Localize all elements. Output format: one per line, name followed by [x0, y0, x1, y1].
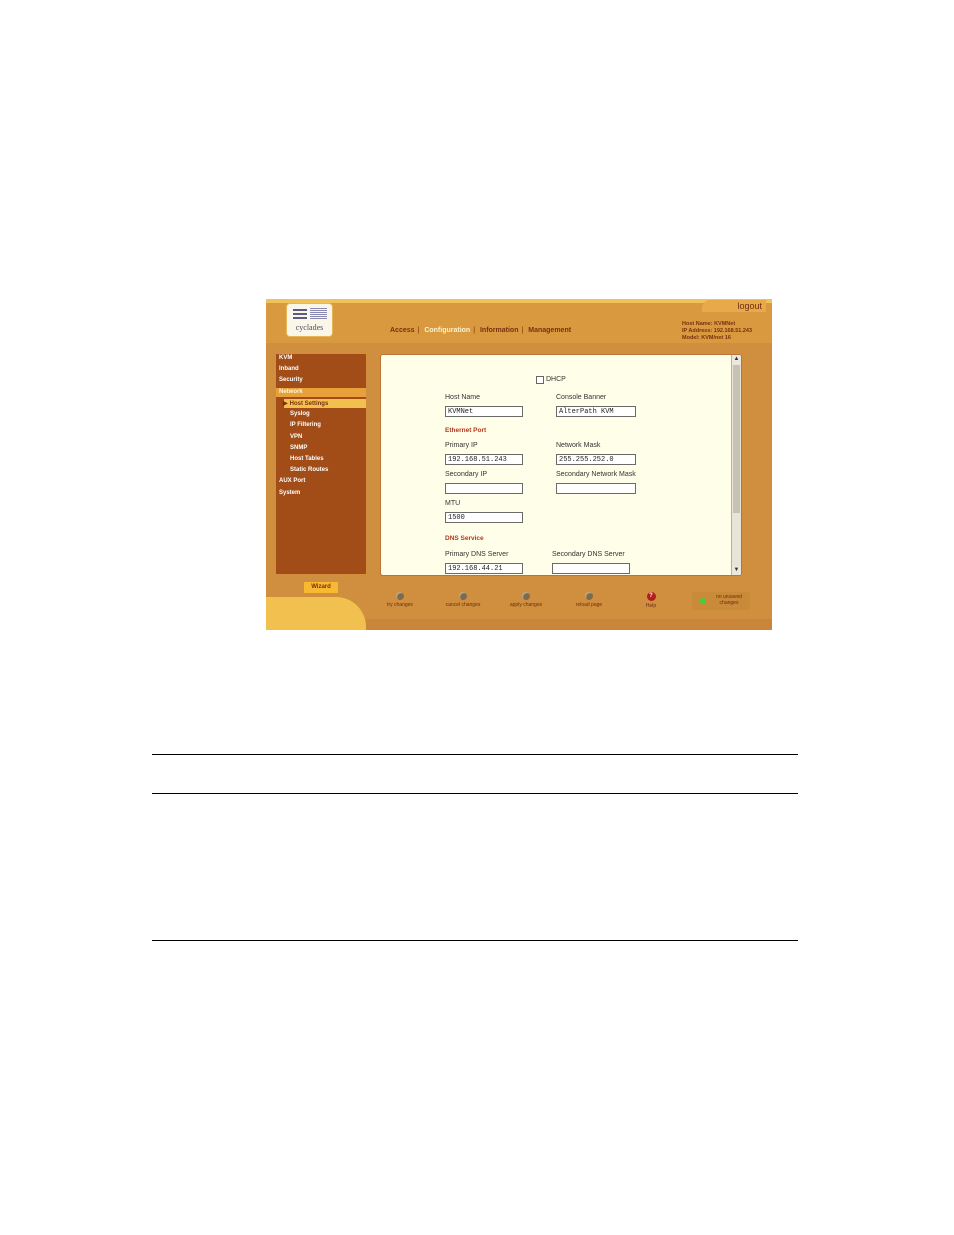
try-changes-button[interactable]: try changes — [370, 592, 430, 608]
reload-page-label: reload page — [575, 602, 603, 608]
primary-ip-field[interactable]: 192.168.51.243 — [445, 454, 523, 465]
scrollbar-thumb[interactable] — [733, 365, 740, 513]
reload-page-icon — [585, 592, 593, 600]
sidebar-item-host-settings[interactable]: ▶ Host Settings — [283, 400, 328, 407]
table-rule-top — [152, 754, 798, 755]
mtu-field[interactable]: 1500 — [445, 512, 523, 523]
primary-dns-label: Primary DNS Server — [445, 551, 509, 558]
sidebar-item-vpn[interactable]: VPN — [290, 434, 302, 440]
kvm-web-app: logout cyclades Access | Configuration | I… — [266, 299, 772, 630]
cancel-changes-button[interactable]: cancel changes — [433, 592, 493, 608]
sidebar-item-network[interactable]: Network — [279, 389, 303, 395]
secondary-dns-field[interactable] — [552, 563, 630, 574]
arrow-right-icon: ▶ — [283, 401, 288, 407]
mtu-label: MTU — [445, 500, 461, 507]
primary-ip-label: Primary IP — [445, 442, 478, 449]
reload-page-button[interactable]: reload page — [559, 592, 619, 608]
sidebar-item-host-tables[interactable]: Host Tables — [290, 456, 324, 462]
header-stripe — [266, 299, 772, 303]
bottom-strip — [366, 619, 772, 630]
host-name-field[interactable]: KVMNet — [445, 406, 523, 417]
status-indicator: no unsaved changes — [692, 592, 750, 610]
cancel-changes-icon — [459, 592, 467, 600]
secondary-ip-field[interactable] — [445, 483, 523, 494]
dhcp-label: DHCP — [546, 376, 566, 383]
sidebar-item-kvm[interactable]: KVM — [279, 355, 292, 361]
logo-mark-icon — [293, 308, 327, 319]
secondary-ip-label: Secondary IP — [445, 471, 488, 478]
nav-configuration[interactable]: Configuration — [424, 327, 470, 334]
status-text: no unsaved changes — [716, 594, 742, 606]
wizard-button[interactable]: Wizard — [304, 582, 338, 593]
vertical-scrollbar[interactable]: ▲ ▼ — [731, 355, 741, 575]
sidebar-item-system[interactable]: System — [279, 490, 300, 496]
host-name-label: Host Name — [445, 394, 481, 401]
sidebar-item-snmp[interactable]: SNMP — [290, 445, 307, 451]
secondary-mask-field[interactable] — [556, 483, 636, 494]
sidebar-item-static-routes[interactable]: Static Routes — [290, 467, 328, 473]
cancel-changes-label: cancel changes — [445, 602, 481, 608]
ip-address-info: IP Address: 192.168.51.243 — [682, 328, 753, 334]
sidebar-item-syslog[interactable]: Syslog — [290, 411, 310, 417]
bottom-bar: Wizard try changes cancel changes apply … — [266, 577, 772, 630]
top-nav: Access | Configuration | Information | Mana… — [390, 327, 572, 334]
try-changes-label: try changes — [387, 602, 413, 608]
logout-link[interactable]: logout — [737, 301, 762, 311]
help-icon: ? — [646, 592, 656, 601]
apply-changes-icon — [522, 592, 530, 600]
sidebar-item-inband[interactable]: Inband — [279, 366, 299, 372]
table-rule-bottom — [152, 940, 798, 941]
nav-management[interactable]: Management — [528, 327, 571, 334]
scroll-up-icon[interactable]: ▲ — [732, 355, 741, 364]
console-banner-field[interactable]: AlterPath KVM — [556, 406, 636, 417]
try-changes-icon — [396, 592, 404, 600]
help-label: Help — [645, 603, 657, 609]
sidebar-item-security[interactable]: Security — [279, 377, 303, 383]
apply-changes-label: apply changes — [509, 602, 543, 608]
dns-service-heading: DNS Service — [445, 535, 484, 542]
logo-text: cyclades — [295, 323, 324, 332]
ethernet-port-heading: Ethernet Port — [445, 427, 487, 434]
secondary-mask-label: Secondary Network Mask — [556, 471, 636, 478]
model-info: Model: KVM/net 16 — [682, 335, 731, 341]
status-led-icon — [700, 598, 706, 604]
secondary-dns-label: Secondary DNS Server — [552, 551, 625, 558]
cyclades-logo: cyclades — [287, 304, 332, 336]
sidebar: KVM Inband Security Network ▶ Host Settin… — [276, 354, 366, 574]
table-rule-middle — [152, 793, 798, 794]
dhcp-checkbox[interactable] — [536, 376, 544, 384]
help-button[interactable]: ? Help — [621, 592, 681, 609]
network-mask-label: Network Mask — [556, 442, 601, 449]
console-banner-label: Console Banner — [556, 394, 607, 401]
sidebar-item-label: Host Settings — [289, 401, 329, 407]
bottom-left-curve — [266, 597, 366, 630]
sidebar-item-ip-filtering[interactable]: IP Filtering — [290, 422, 321, 428]
host-info: Host Name: KVMNet IP Address: 192.168.51… — [682, 321, 752, 342]
host-settings-form: DHCP Host Name KVMNet Console Banner Alt… — [380, 354, 742, 576]
scroll-down-icon[interactable]: ▼ — [732, 566, 741, 575]
network-mask-field[interactable]: 255.255.252.0 — [556, 454, 636, 465]
nav-access[interactable]: Access — [390, 327, 415, 334]
host-name-info: Host Name: KVMNet — [682, 321, 736, 327]
primary-dns-field[interactable]: 192.168.44.21 — [445, 563, 523, 574]
apply-changes-button[interactable]: apply changes — [496, 592, 556, 608]
sidebar-item-aux-port[interactable]: AUX Port — [279, 478, 305, 484]
nav-information[interactable]: Information — [480, 327, 519, 334]
